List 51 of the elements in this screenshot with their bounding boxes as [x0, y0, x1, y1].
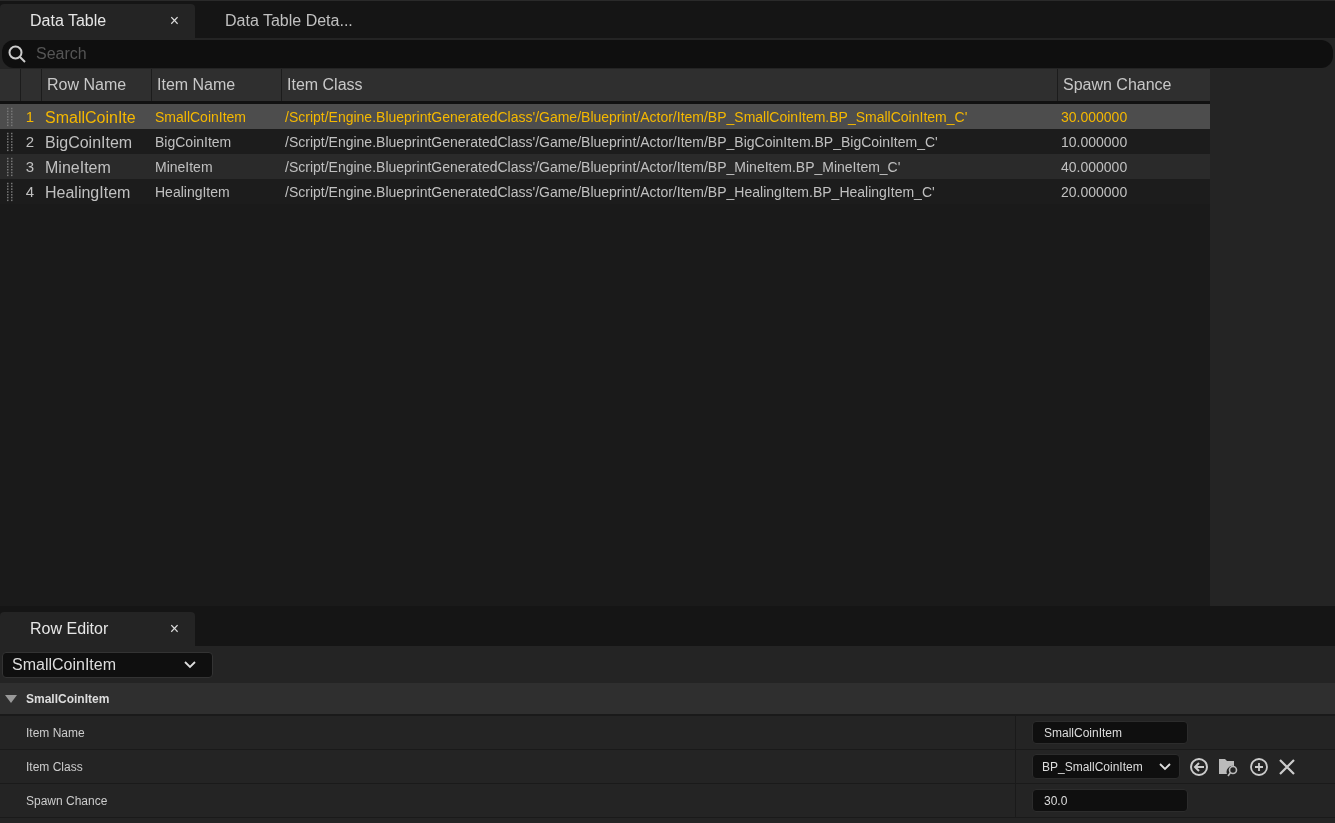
property-label: Spawn Chance: [0, 784, 1016, 817]
table-cell-text: SmallCoinIte: [44, 107, 137, 127]
document-tab[interactable]: Data Table ×: [0, 4, 195, 38]
table-cell-text: 20.000000: [1060, 183, 1129, 200]
table-cell-text: 30.000000: [1060, 108, 1129, 125]
row-number: 1: [24, 108, 36, 125]
drag-handle-icon[interactable]: [7, 156, 13, 177]
triangle-icon[interactable]: [5, 693, 17, 704]
table-cell-text: HealingItem: [44, 182, 132, 202]
document-tab[interactable]: Data Table Deta...: [195, 4, 390, 38]
row-number: 4: [24, 183, 36, 200]
class-dropdown[interactable]: BP_SmallCoinItem: [1032, 754, 1180, 779]
chevron-down-icon: [1159, 762, 1171, 771]
property-label: Item Class: [0, 750, 1016, 783]
add-icon[interactable]: [1249, 756, 1269, 777]
panel-tab[interactable]: Row Editor ×: [0, 612, 195, 646]
chevron-down-icon: [184, 660, 196, 669]
table-cell-text: /Script/Engine.BlueprintGeneratedClass'/Game/Blueprint/Actor/Item/BP_SmallCoinItem.BP_SmallCoinItem_C': [284, 108, 969, 125]
column-header[interactable]: Item Name: [151, 69, 281, 101]
table-cell-text: BigCoinItem: [44, 132, 134, 152]
drag-handle-icon[interactable]: [7, 131, 13, 152]
row-number: 2: [24, 133, 36, 150]
search-field[interactable]: Search: [2, 39, 1333, 68]
text-field[interactable]: SmallCoinItem: [1032, 721, 1188, 744]
drag-handle-icon[interactable]: [7, 106, 13, 127]
category-header[interactable]: SmallCoinItem: [0, 683, 1335, 716]
text-field[interactable]: 30.0: [1032, 789, 1188, 812]
table-row[interactable]: 1 SmallCoinIte SmallCoinItem /Script/Engine.BlueprintGeneratedClass'/Game/Blueprint/Actor/Item/BP_SmallCoinItem.BP_SmallCoinItem_C' 30.000000: [0, 104, 1210, 129]
table-cell-text: /Script/Engine.BlueprintGeneratedClass'/Game/Blueprint/Actor/Item/BP_HealingItem.BP_HealingItem_C': [284, 183, 936, 200]
column-header[interactable]: Row Name: [41, 69, 151, 101]
table-cell-text: 10.000000: [1060, 133, 1129, 150]
search-icon: [8, 44, 26, 63]
table-cell-text: BigCoinItem: [154, 133, 233, 150]
table-cell-text: /Script/Engine.BlueprintGeneratedClass'/Game/Blueprint/Actor/Item/BP_MineItem.BP_MineItem_C': [284, 158, 902, 175]
table-cell-text: SmallCoinItem: [154, 108, 248, 125]
table-row[interactable]: 3 MineItem MineItem /Script/Engine.BlueprintGeneratedClass'/Game/Blueprint/Actor/Item/BP_MineItem.BP_MineItem_C' 40.000000: [0, 154, 1210, 179]
table-cell-text: /Script/Engine.BlueprintGeneratedClass'/Game/Blueprint/Actor/Item/BP_BigCoinItem.BP_BigCoinItem_C': [284, 133, 939, 150]
table-cell-text: 40.000000: [1060, 158, 1129, 175]
row-number: 3: [24, 158, 36, 175]
column-header[interactable]: Item Class: [281, 69, 1057, 101]
table-cell-text: MineItem: [154, 158, 214, 175]
category-label: SmallCoinItem: [26, 691, 110, 706]
close-icon[interactable]: ×: [169, 620, 179, 638]
clear-icon[interactable]: [1278, 757, 1296, 776]
row-dropdown[interactable]: SmallCoinItem: [2, 651, 213, 678]
property-label: Item Name: [0, 716, 1016, 749]
table-cell-text: MineItem: [44, 157, 112, 177]
table-cell-text: HealingItem: [154, 183, 231, 200]
drag-handle-icon[interactable]: [7, 181, 13, 202]
folder-search-icon[interactable]: [1218, 756, 1240, 777]
close-icon[interactable]: ×: [169, 12, 179, 30]
